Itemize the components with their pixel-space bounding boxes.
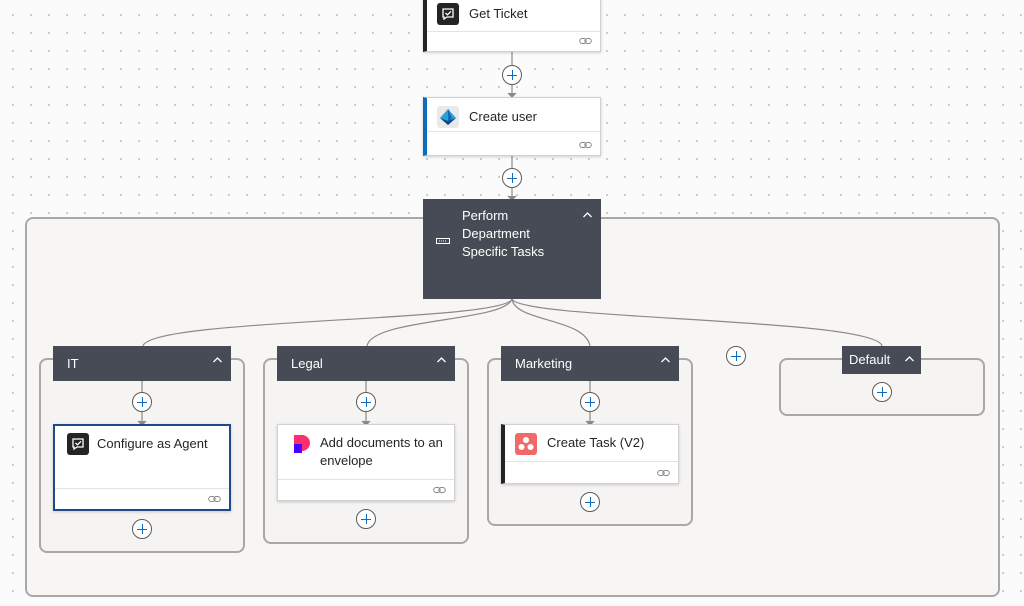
card-divider [505, 461, 678, 462]
switch-icon [436, 231, 450, 244]
asana-icon [515, 433, 537, 455]
case-label: Marketing [515, 356, 573, 371]
collapse-chevron-icon[interactable] [212, 356, 223, 364]
add-action-button[interactable] [502, 168, 522, 188]
link-icon [433, 487, 446, 493]
approval-chat-icon [437, 3, 459, 25]
add-case-button[interactable] [726, 346, 746, 366]
action-card-configure-as-agent[interactable]: Configure as Agent [53, 424, 231, 511]
collapse-chevron-icon[interactable] [436, 356, 447, 364]
add-action-button[interactable] [132, 392, 152, 412]
switch-title: Perform Department Specific Tasks [462, 208, 545, 259]
action-title: Create user [469, 109, 537, 124]
add-action-button[interactable] [356, 392, 376, 412]
docusign-icon [291, 433, 313, 455]
azure-ad-icon [437, 106, 459, 128]
card-divider [55, 488, 229, 489]
action-title: Configure as Agent [97, 436, 208, 451]
case-label: Default [849, 352, 891, 367]
case-label: Legal [291, 356, 323, 371]
switch-header[interactable]: Perform Department Specific Tasks [423, 199, 601, 299]
link-icon [657, 470, 670, 476]
case-header-it[interactable]: IT [53, 346, 231, 381]
action-card-create-user[interactable]: Create user [423, 97, 601, 156]
add-action-button[interactable] [502, 65, 522, 85]
case-header-legal[interactable]: Legal [277, 346, 455, 381]
case-header-marketing[interactable]: Marketing [501, 346, 679, 381]
action-card-get-ticket[interactable]: Get Ticket [423, 0, 601, 52]
collapse-chevron-icon[interactable] [582, 211, 593, 219]
collapse-chevron-icon[interactable] [904, 355, 915, 363]
case-label: IT [67, 356, 79, 371]
link-icon [579, 142, 592, 148]
action-card-create-task[interactable]: Create Task (V2) [501, 424, 679, 484]
card-divider [427, 31, 600, 32]
collapse-chevron-icon[interactable] [660, 356, 671, 364]
action-card-add-documents[interactable]: Add documents to an envelope [277, 424, 455, 501]
card-divider [427, 131, 600, 132]
link-icon [208, 496, 221, 502]
case-header-default[interactable]: Default [842, 346, 921, 374]
link-icon [579, 38, 592, 44]
add-action-button[interactable] [580, 492, 600, 512]
add-action-button[interactable] [132, 519, 152, 539]
add-action-button[interactable] [872, 382, 892, 402]
card-divider [278, 479, 454, 480]
approval-chat-icon [67, 433, 89, 455]
action-title: Add documents to an envelope [320, 435, 443, 468]
action-title: Get Ticket [469, 6, 528, 21]
action-title: Create Task (V2) [547, 435, 645, 450]
add-action-button[interactable] [580, 392, 600, 412]
add-action-button[interactable] [356, 509, 376, 529]
